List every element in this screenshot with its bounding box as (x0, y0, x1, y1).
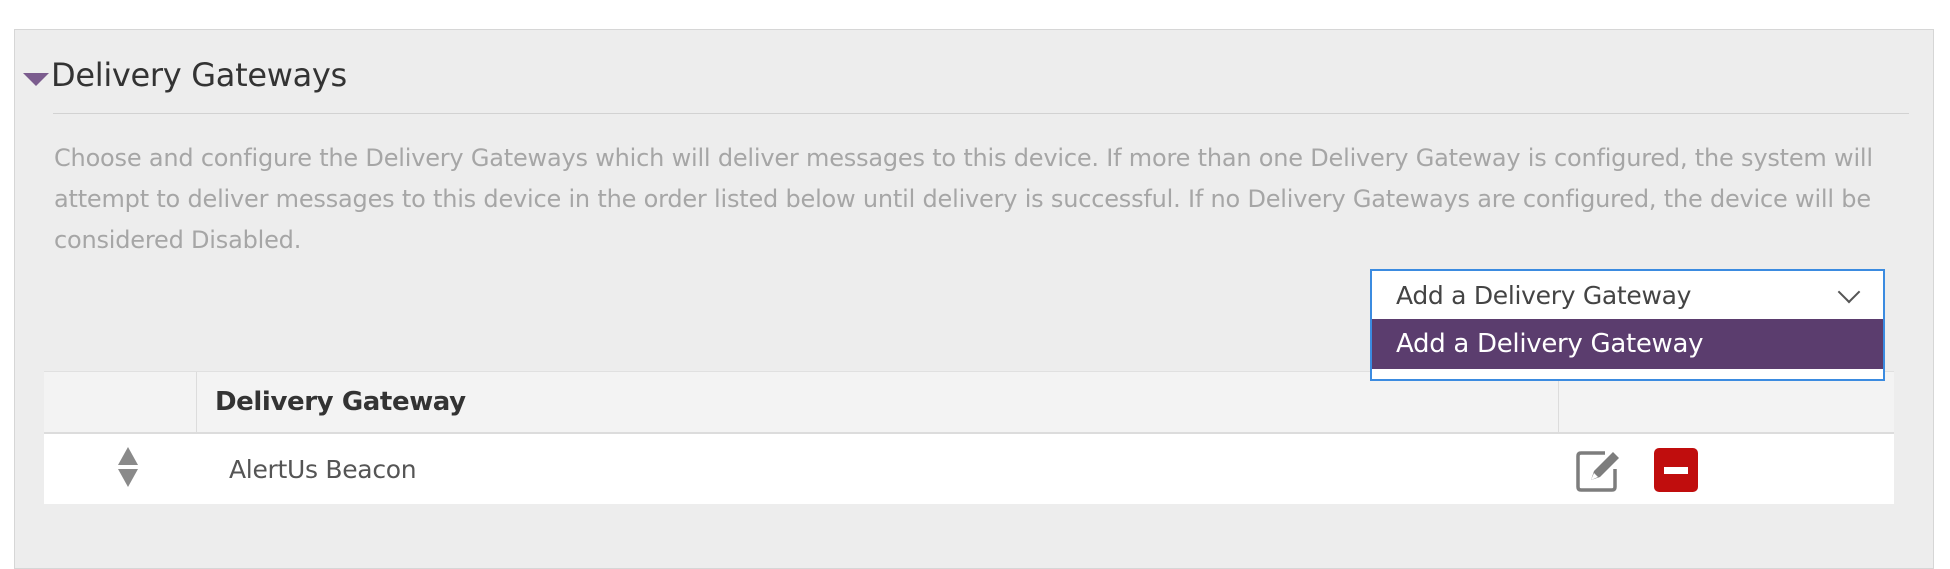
dropdown-option-add-gateway[interactable]: Add a Delivery Gateway (1372, 319, 1883, 369)
section-title: Delivery Gateways (51, 56, 347, 94)
add-gateway-dropdown: Add a Delivery Gateway (1370, 319, 1885, 381)
add-gateway-select-value: Add a Delivery Gateway (1396, 280, 1692, 310)
add-gateway-select[interactable]: Add a Delivery Gateway (1370, 269, 1885, 321)
sort-handle-icon[interactable] (116, 445, 140, 489)
section-divider (53, 113, 1909, 114)
section-description: Choose and configure the Delivery Gatewa… (54, 144, 1873, 254)
header-handle-cell (44, 372, 197, 432)
caret-down-icon[interactable] (23, 72, 49, 86)
section-toggle[interactable]: Delivery Gateways (23, 52, 347, 98)
gateways-table: Delivery Gateway AlertUs Beacon (44, 371, 1894, 504)
remove-icon[interactable] (1654, 448, 1698, 492)
table-row: AlertUs Beacon (44, 434, 1894, 504)
edit-icon[interactable] (1575, 447, 1623, 493)
gateway-name: AlertUs Beacon (229, 454, 417, 484)
header-delivery-gateway: Delivery Gateway (215, 387, 466, 417)
header-actions-divider (1558, 372, 1559, 432)
chevron-down-icon (1837, 280, 1861, 304)
